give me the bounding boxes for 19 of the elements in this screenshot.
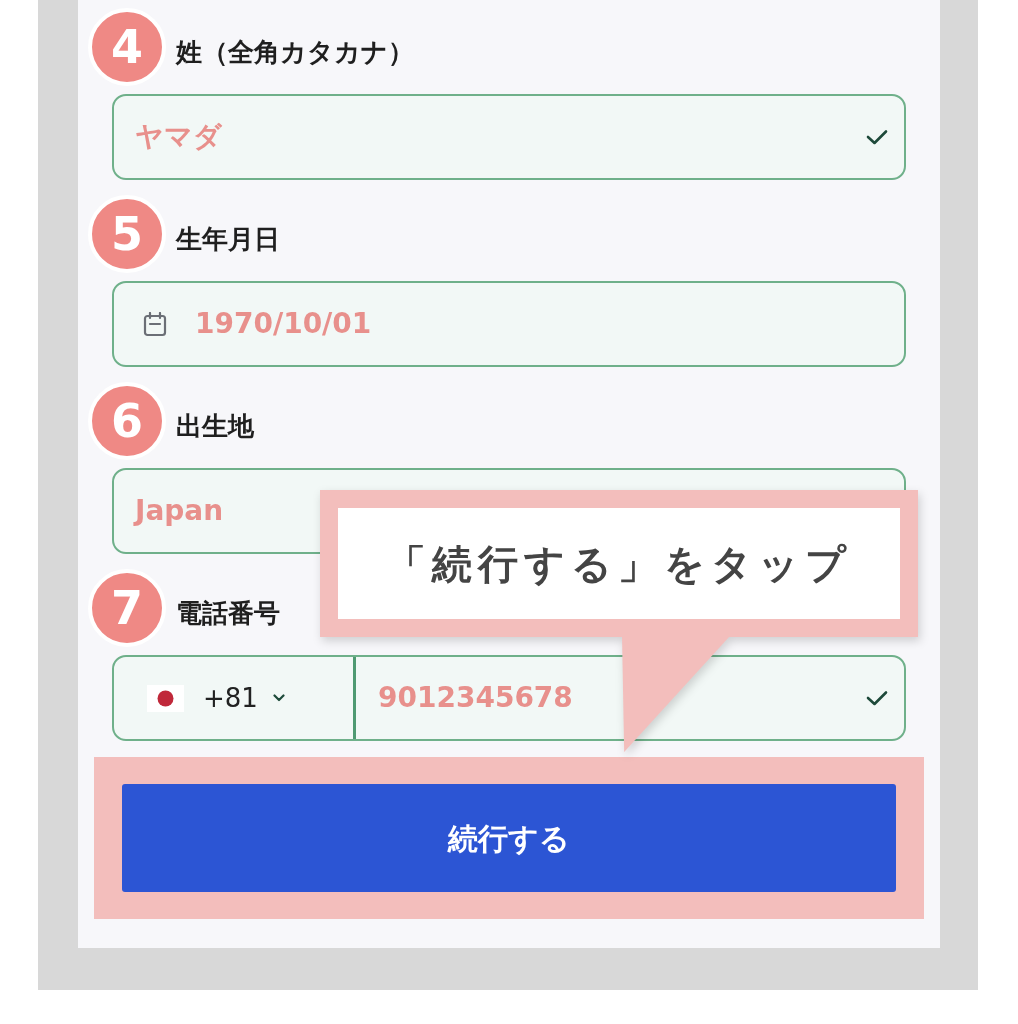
calendar-icon bbox=[143, 311, 167, 337]
step-number: 7 bbox=[88, 569, 166, 647]
flag-icon bbox=[147, 684, 184, 712]
step-number: 6 bbox=[88, 382, 166, 460]
date-field[interactable]: 1970/10/01 bbox=[112, 281, 906, 367]
field-label: 電話番号 bbox=[176, 596, 280, 630]
callout-text: 「続行する」をタップ bbox=[386, 539, 852, 589]
text-field[interactable]: ヤマダ bbox=[112, 94, 906, 180]
step-number: 4 bbox=[88, 8, 166, 86]
field-label: 姓（全角カタカナ） bbox=[176, 35, 414, 69]
checkmark-icon bbox=[866, 690, 888, 706]
field-label: 出生地 bbox=[176, 409, 254, 443]
checkmark-icon bbox=[866, 129, 888, 145]
country-code-selector[interactable]: +81 bbox=[114, 657, 356, 739]
chevron-down-icon bbox=[272, 694, 285, 702]
field-label: 生年月日 bbox=[176, 222, 280, 256]
step-number: 5 bbox=[88, 195, 166, 273]
continue-button[interactable]: 続行する bbox=[122, 784, 896, 892]
phone-number-field[interactable]: 9012345678 bbox=[356, 657, 904, 739]
